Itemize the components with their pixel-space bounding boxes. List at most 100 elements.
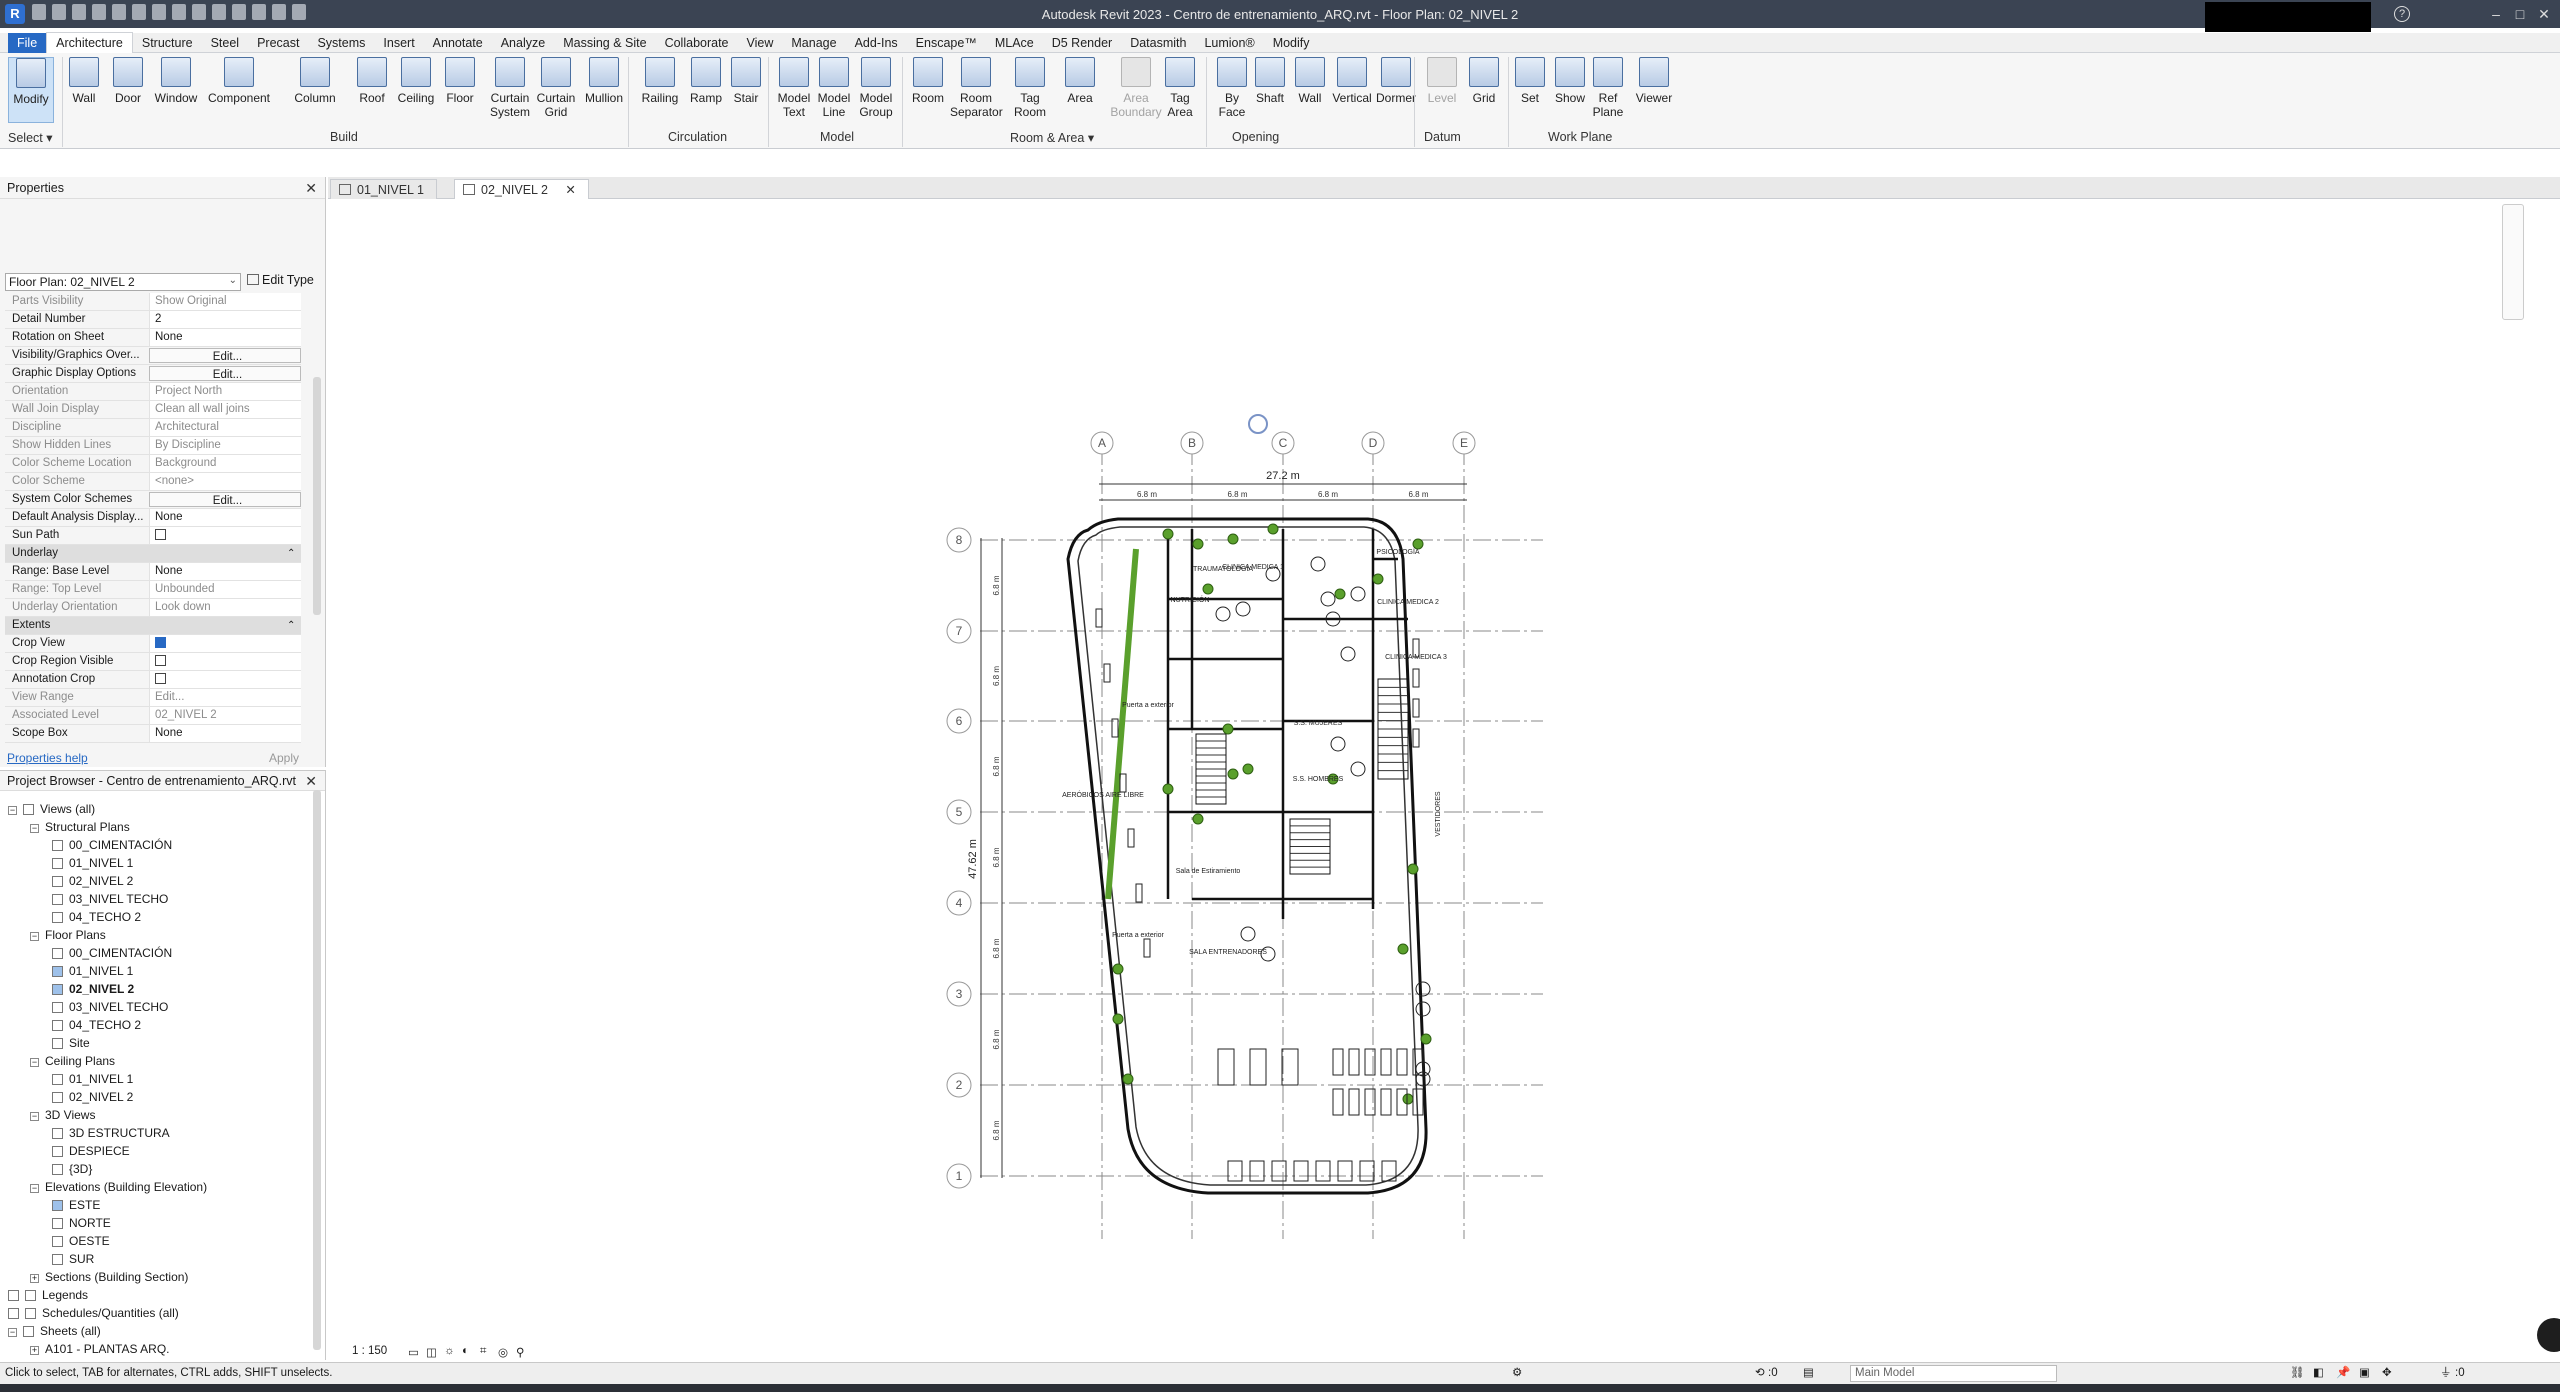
browser-node-3d-views[interactable]: −3D Views [30, 1107, 95, 1123]
property-row-graphic-display-options[interactable]: Graphic Display Options Edit... [5, 365, 301, 383]
ribbon-btn-modify-0[interactable]: Modify [8, 57, 54, 123]
room-tag-sala-de-estiramiento[interactable]: Sala de Estiramiento [1176, 868, 1241, 875]
ribbon-btn-wall-1[interactable]: Wall [66, 57, 102, 105]
menu-tab-structure[interactable]: Structure [133, 33, 202, 53]
property-row-range-top-level[interactable]: Range: Top Level Unbounded [5, 581, 301, 599]
browser-node-00-cimentaci-n[interactable]: 00_CIMENTACIÓN [52, 837, 172, 853]
ribbon-btn-set-31[interactable]: Set [1512, 57, 1548, 105]
ribbon-btn-window-3[interactable]: Window [154, 57, 198, 105]
ribbon-btn-curtain-system-9[interactable]: Curtain System [490, 57, 530, 119]
menu-tab-file[interactable]: File [8, 32, 47, 53]
menu-tab-collaborate[interactable]: Collaborate [656, 33, 738, 53]
properties-scrollbar[interactable] [313, 377, 321, 615]
property-row-underlay-orientation[interactable]: Underlay Orientation Look down [5, 599, 301, 617]
property-value[interactable]: Edit... [149, 492, 301, 507]
room-tag-s-s-hombres[interactable]: S.S. HOMBRES [1293, 776, 1344, 783]
ribbon-btn-by-face-24[interactable]: By Face [1214, 57, 1250, 119]
property-row-orientation[interactable]: Orientation Project North [5, 383, 301, 401]
ribbon-btn-stair-14[interactable]: Stair [728, 57, 764, 105]
worksets-icon[interactable]: ⚙ [1512, 1363, 1522, 1383]
collapse-icon[interactable]: − [30, 1184, 39, 1193]
apply-button[interactable]: Apply [254, 749, 314, 767]
help-icon[interactable]: ? [2394, 6, 2410, 22]
editable-only-icon[interactable]: ⟲ [1755, 1363, 1765, 1383]
reveal-hidden-icon[interactable]: ⚲ [516, 1345, 524, 1359]
browser-node-este[interactable]: ESTE [52, 1197, 100, 1213]
browser-node-03-nivel-techo[interactable]: 03_NIVEL TECHO [52, 999, 168, 1015]
property-value[interactable]: Project North [149, 383, 301, 400]
ribbon-btn-model-text-15[interactable]: Model Text [776, 57, 812, 119]
ribbon-btn-shaft-25[interactable]: Shaft [1252, 57, 1288, 105]
ribbon-btn-grid-30[interactable]: Grid [1466, 57, 1502, 105]
ribbon-btn-ramp-13[interactable]: Ramp [688, 57, 724, 105]
browser-node-legends[interactable]: Legends [8, 1287, 88, 1303]
browser-node-site[interactable]: Site [52, 1035, 90, 1051]
ribbon-btn-room-18[interactable]: Room [910, 57, 946, 105]
close-properties-icon[interactable]: ✕ [305, 180, 317, 197]
room-tag-vestidores[interactable]: VESTIDORES [1435, 791, 1442, 836]
collapse-icon[interactable]: − [8, 806, 17, 815]
browser-node-3d[interactable]: {3D} [52, 1161, 92, 1177]
collapse-icon[interactable]: − [30, 932, 39, 941]
menu-tab-systems[interactable]: Systems [308, 33, 374, 53]
property-value[interactable]: Background [149, 455, 301, 472]
menu-tab-datasmith[interactable]: Datasmith [1121, 33, 1195, 53]
ribbon-btn-roof-6[interactable]: Roof [354, 57, 390, 105]
property-value[interactable]: 02_NIVEL 2 [149, 707, 301, 724]
checkbox[interactable] [155, 655, 166, 666]
property-row-default-analysis-display[interactable]: Default Analysis Display... None [5, 509, 301, 527]
shadows-icon[interactable]: ◐ [462, 1345, 469, 1357]
checkbox[interactable] [155, 637, 166, 648]
ribbon-btn-component-4[interactable]: Component [206, 57, 272, 105]
property-row-sun-path[interactable]: Sun Path [5, 527, 301, 545]
menu-tab-manage[interactable]: Manage [782, 33, 845, 53]
select-pinned-icon[interactable]: 📌 [2336, 1363, 2350, 1383]
browser-node-01-nivel-1[interactable]: 01_NIVEL 1 [52, 855, 133, 871]
browser-scrollbar[interactable] [313, 790, 321, 1350]
ribbon-btn-show-32[interactable]: Show [1552, 57, 1588, 105]
menu-tab-add-ins[interactable]: Add-Ins [846, 33, 907, 53]
room-tag-nutrici-n[interactable]: NUTRICIÓN [1171, 595, 1210, 604]
sun-path-icon[interactable]: ☼ [444, 1345, 455, 1357]
browser-node-02-nivel-2[interactable]: 02_NIVEL 2 [52, 1089, 133, 1105]
browser-node-views-all[interactable]: − Views (all) [8, 801, 95, 817]
navigation-bar[interactable] [2502, 204, 2524, 320]
select-by-face-icon[interactable]: ▣ [2359, 1363, 2370, 1383]
menu-tab-view[interactable]: View [738, 33, 783, 53]
browser-node-03-nivel-techo[interactable]: 03_NIVEL TECHO [52, 891, 168, 907]
property-row-discipline[interactable]: Discipline Architectural [5, 419, 301, 437]
property-value[interactable]: None [149, 509, 301, 526]
property-value[interactable]: None [149, 329, 301, 346]
menu-tab-lumion[interactable]: Lumion® [1195, 33, 1263, 53]
property-row-annotation-crop[interactable]: Annotation Crop [5, 671, 301, 689]
ribbon-btn-wall-26[interactable]: Wall [1292, 57, 1328, 105]
temporary-hide-icon[interactable]: ◎ [498, 1345, 508, 1359]
checkbox[interactable] [155, 529, 166, 540]
collapse-group-icon[interactable]: ⌃ [287, 545, 301, 562]
collapse-icon[interactable]: − [30, 824, 39, 833]
menu-tab-steel[interactable]: Steel [202, 33, 249, 53]
browser-node-02-nivel-2[interactable]: 02_NIVEL 2 [52, 981, 134, 997]
browser-node-norte[interactable]: NORTE [52, 1215, 111, 1231]
crop-view-icon[interactable]: ⌗ [480, 1345, 486, 1358]
ribbon-btn-ref-plane-33[interactable]: Ref Plane [1590, 57, 1626, 119]
browser-node-floor-plans[interactable]: − Floor Plans [30, 927, 106, 943]
active-model-selector[interactable]: Main Model [1850, 1365, 2057, 1382]
property-row-visibility-graphics-over[interactable]: Visibility/Graphics Over... Edit... [5, 347, 301, 365]
room-tag-clinica-medica-3[interactable]: CLINICA MEDICA 3 [1385, 654, 1447, 661]
room-tag-puerta-a-exterior[interactable]: Puerta a exterior [1122, 702, 1174, 709]
ribbon-btn-dormer-28[interactable]: Dormer [1376, 57, 1416, 105]
user-account-box[interactable] [2205, 2, 2371, 32]
room-tag-clinica-medica-2[interactable]: CLINICA MEDICA 2 [1377, 599, 1439, 606]
ribbon-btn-tag-area-23[interactable]: Tag Area [1162, 57, 1198, 119]
property-row-rotation-on-sheet[interactable]: Rotation on Sheet None [5, 329, 301, 347]
menu-tab-mlace[interactable]: MLAce [986, 33, 1043, 53]
property-row-show-hidden-lines[interactable]: Show Hidden Lines By Discipline [5, 437, 301, 455]
close-browser-icon[interactable]: ✕ [305, 773, 317, 790]
ribbon-btn-area-21[interactable]: Area [1062, 57, 1098, 105]
browser-node-04-techo-2[interactable]: 04_TECHO 2 [52, 1017, 141, 1033]
property-value[interactable]: None [149, 725, 301, 742]
property-value[interactable]: None [149, 563, 301, 580]
view-tab-01-nivel-1[interactable]: 01_NIVEL 1 [330, 179, 437, 199]
room-tag-puerta-a-exterior[interactable]: Puerta a exterior [1112, 932, 1164, 939]
